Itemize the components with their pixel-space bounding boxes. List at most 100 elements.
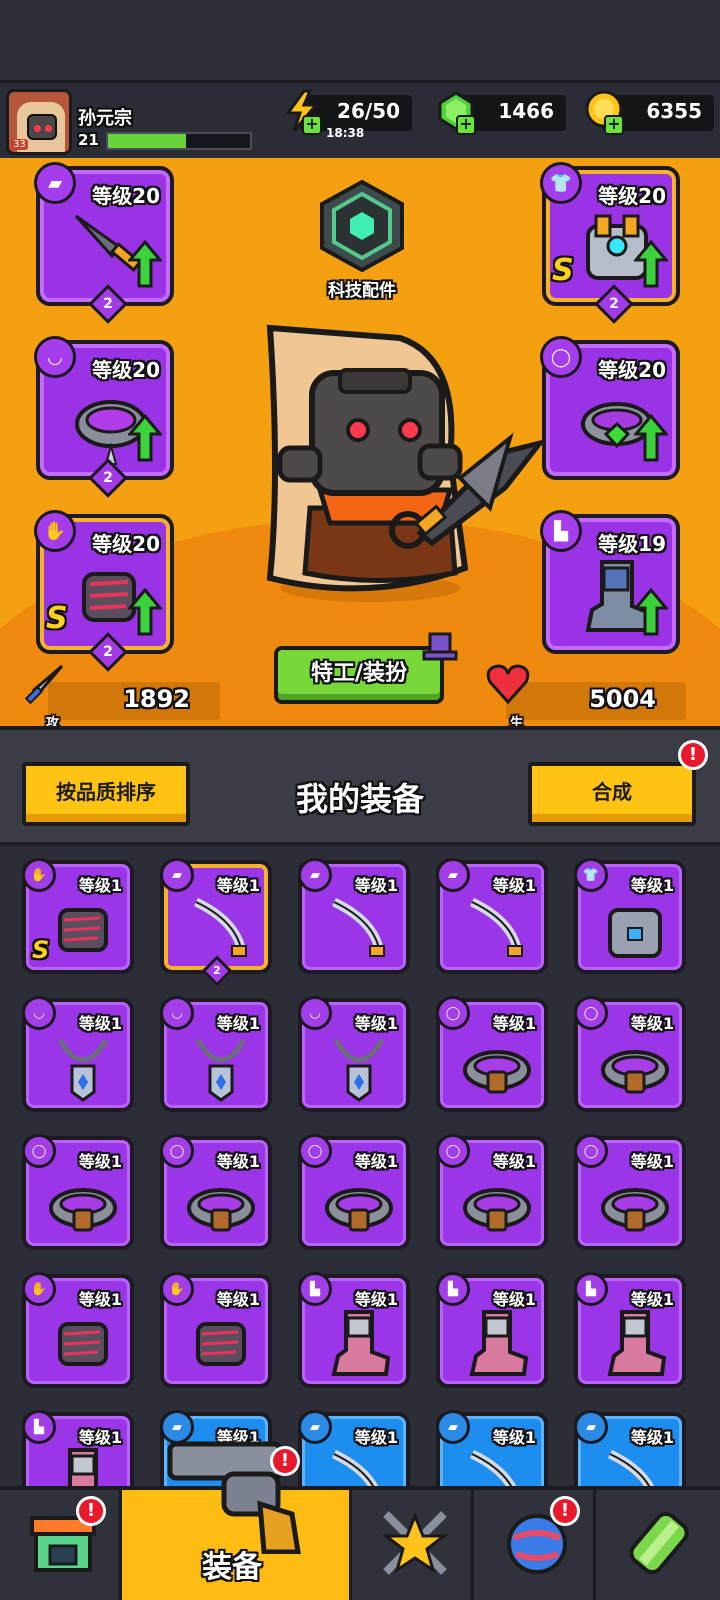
- boot-item-icon: [469, 1310, 529, 1376]
- inventory-item[interactable]: ◡ 等级1: [298, 996, 410, 1112]
- weapon-item-icon: [194, 897, 247, 957]
- inventory-item[interactable]: ▙ 等级1: [298, 1272, 410, 1388]
- boot-category-icon: ▙: [436, 1272, 470, 1306]
- heart-icon: [486, 664, 530, 705]
- item-level: 等级1: [354, 1152, 398, 1171]
- weapon-category-icon: ▰: [298, 858, 332, 892]
- inventory-item[interactable]: ◯ 等级1: [22, 1134, 134, 1250]
- hero-character[interactable]: [250, 318, 550, 608]
- add-coins-button[interactable]: +: [604, 115, 624, 135]
- item-level: 等级1: [492, 1428, 536, 1447]
- item-level: 等级1: [78, 1152, 122, 1171]
- inventory-item[interactable]: ◯ 等级1: [160, 1134, 272, 1250]
- inventory-item[interactable]: ◯ 等级1: [436, 996, 548, 1112]
- inventory-item[interactable]: ◡ 等级1: [160, 996, 272, 1112]
- glove-category-icon: ✋: [160, 1272, 194, 1306]
- slot-armor[interactable]: 👕 等级20 S 2: [540, 162, 680, 324]
- inventory-item[interactable]: ◯ 等级1: [574, 1134, 686, 1250]
- health-label: 生命: [510, 716, 524, 726]
- slot-belt[interactable]: ◯ 等级20: [540, 336, 680, 480]
- item-level: 等级1: [630, 1152, 674, 1171]
- hero-panel: 科技配件 ▰ 等级20 2 ◡ 等级20 2 ✋ 等级20 S 2 👕 等级20…: [0, 158, 720, 726]
- inventory-item[interactable]: ◯ 等级1: [574, 996, 686, 1112]
- inventory-item[interactable]: ▙ 等级1: [574, 1272, 686, 1388]
- nav-planet[interactable]: !: [474, 1490, 596, 1600]
- necklace-item-icon: [57, 1038, 109, 1102]
- star-swords-icon: [381, 1511, 449, 1575]
- inventory-item[interactable]: ▙ 等级1: [22, 1410, 134, 1486]
- belt-category-icon: ◯: [160, 1134, 194, 1168]
- armor-category-icon: 👕: [574, 858, 608, 892]
- nav-battle[interactable]: [352, 1490, 474, 1600]
- inventory-item[interactable]: ▰ 等级1: [298, 858, 410, 974]
- tech-accessory-button[interactable]: 科技配件: [316, 180, 408, 301]
- glove-category-icon: ✋: [22, 858, 56, 892]
- slot-level: 等级20: [598, 184, 666, 208]
- merge-button[interactable]: 合成: [528, 762, 696, 826]
- avatar-level-badge: 33: [11, 139, 28, 150]
- rarity-s-badge: S: [552, 253, 574, 288]
- sword-icon: [24, 664, 64, 705]
- nav-lab[interactable]: [596, 1490, 718, 1600]
- coin-value: 6355: [646, 99, 702, 123]
- my-equipment-header: 按品质排序 我的装备 合成 !: [0, 726, 720, 846]
- gem-value: 1466: [498, 99, 554, 123]
- inventory-item[interactable]: ▙ 等级1: [436, 1272, 548, 1388]
- belt-category-icon: ◯: [298, 1134, 332, 1168]
- inventory-item[interactable]: ▰ 等级1: [436, 858, 548, 974]
- belt-item-icon: [187, 1188, 255, 1232]
- item-level: 等级1: [216, 876, 260, 895]
- energy-timer: 18:38: [326, 126, 365, 140]
- shop-alert-badge: !: [76, 1496, 106, 1526]
- sort-by-quality-button[interactable]: 按品质排序: [22, 762, 190, 826]
- nav-equipment[interactable]: ! 装备: [122, 1441, 352, 1600]
- glove-category-icon: ✋: [22, 1272, 56, 1306]
- slot-weapon[interactable]: ▰ 等级20 2: [34, 162, 174, 324]
- weapon-category-icon: ▰: [574, 1410, 608, 1444]
- slot-boots[interactable]: ▙ 等级19: [540, 510, 680, 654]
- agent-costume-label: 特工/装扮: [310, 661, 408, 686]
- add-energy-button[interactable]: +: [302, 115, 322, 135]
- inventory-item[interactable]: ◡ 等级1: [22, 996, 134, 1112]
- inventory-item[interactable]: ▰ 等级1 2: [160, 858, 272, 987]
- gem-counter[interactable]: + 1466: [438, 91, 566, 135]
- inventory-item[interactable]: 👕 等级1: [574, 858, 686, 974]
- boot-item-icon: [331, 1310, 391, 1376]
- inventory-item[interactable]: ▰ 等级1: [436, 1410, 548, 1486]
- item-level: 等级1: [492, 1014, 536, 1033]
- tech-hex-icon: [320, 180, 404, 272]
- slot-necklace[interactable]: ◡ 等级20 2: [34, 336, 174, 498]
- item-level: 等级1: [78, 1428, 122, 1447]
- inventory-item[interactable]: ▰ 等级1: [574, 1410, 686, 1486]
- weapon-category-icon: ▰: [436, 1410, 470, 1444]
- upgrade-arrow-icon: [634, 240, 668, 288]
- nav-shop[interactable]: !: [0, 1490, 122, 1600]
- inventory-item[interactable]: ✋ 等级1 S: [22, 858, 134, 974]
- inventory-item[interactable]: ◯ 等级1: [436, 1134, 548, 1250]
- boot-item-icon: [607, 1310, 667, 1376]
- slot-level: 等级20: [92, 358, 160, 382]
- necklace-category-icon: ◡: [160, 996, 194, 1030]
- inventory-item[interactable]: ◯ 等级1: [298, 1134, 410, 1250]
- player-avatar[interactable]: 33: [6, 89, 72, 155]
- inventory-item[interactable]: ✋ 等级1: [22, 1272, 134, 1388]
- planet-alert-badge: !: [550, 1496, 580, 1526]
- agent-costume-button[interactable]: 特工/装扮: [274, 632, 458, 704]
- belt-item-icon: [325, 1188, 393, 1232]
- inventory-item[interactable]: ▰ 等级1: [298, 1410, 410, 1486]
- glove-item-icon: [58, 908, 108, 952]
- coin-counter[interactable]: + 6355: [585, 90, 714, 135]
- energy-value: 26/50: [337, 99, 400, 123]
- item-level: 等级1: [78, 1014, 122, 1033]
- avatar-eye: [34, 125, 41, 132]
- boot-category-icon: ▙: [574, 1272, 608, 1306]
- add-gems-button[interactable]: +: [456, 115, 476, 135]
- belt-category-icon: ◯: [22, 1134, 56, 1168]
- merge-alert-badge: !: [678, 740, 708, 770]
- boot-category-icon: ▙: [298, 1272, 332, 1306]
- item-level: 等级1: [216, 1152, 260, 1171]
- slot-gloves[interactable]: ✋ 等级20 S 2: [34, 510, 174, 672]
- inventory-item[interactable]: ✋ 等级1: [160, 1272, 272, 1388]
- weapon-item-icon: [470, 1449, 517, 1486]
- belt-category-icon: ◯: [540, 336, 582, 378]
